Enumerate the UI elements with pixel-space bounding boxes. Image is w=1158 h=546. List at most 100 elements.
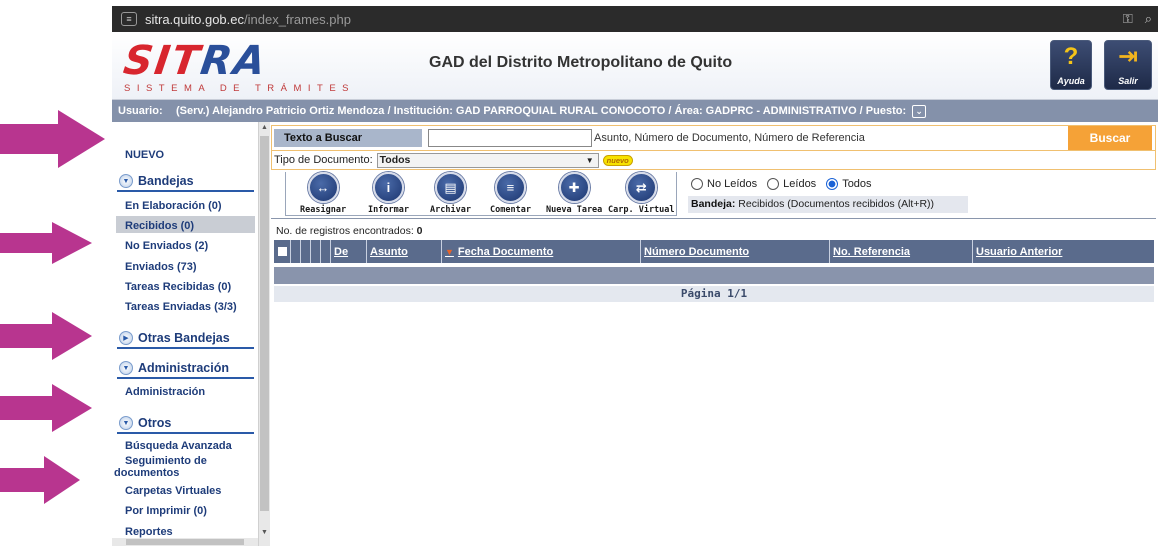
bandeja-info: Bandeja: Recibidos (Documentos recibidos… bbox=[688, 196, 968, 213]
exit-door-icon: ⇥ bbox=[1117, 43, 1139, 70]
logo-subtitle: SISTEMA DE TRÁMITES bbox=[124, 83, 356, 94]
sidebar-item-carpetas-virtuales[interactable]: Carpetas Virtuales bbox=[125, 485, 221, 497]
scroll-up-icon[interactable]: ▲ bbox=[261, 124, 268, 131]
sidebar-item-administracion[interactable]: Administración bbox=[125, 386, 205, 398]
sidebar-item-nuevo[interactable]: NUEVO bbox=[125, 149, 164, 161]
section-otras-bandejas[interactable]: ▶ Otras Bandejas bbox=[117, 331, 254, 349]
column-blank-3 bbox=[311, 240, 321, 263]
table-empty-band bbox=[274, 267, 1154, 284]
sidebar-item-recibidos[interactable]: Recibidos (0) bbox=[125, 220, 194, 232]
column-usuario-anterior[interactable]: Usuario Anterior bbox=[973, 240, 1135, 263]
sidebar-horizontal-scrollbar[interactable] bbox=[112, 538, 258, 546]
sidebar-item-seguimiento[interactable]: Seguimiento de bbox=[125, 455, 207, 467]
column-blank-1 bbox=[291, 240, 301, 263]
sidebar-item-tareas-enviadas[interactable]: Tareas Enviadas (3/3) bbox=[125, 301, 237, 313]
sidebar-item-enviados[interactable]: Enviados (73) bbox=[125, 261, 197, 273]
browser-address-bar[interactable]: ≡ sitra.quito.gob.ec/index_frames.php ⚿ … bbox=[112, 6, 1158, 32]
column-numero-documento[interactable]: Número Documento bbox=[641, 240, 830, 263]
document-type-select[interactable]: Todos ▼ bbox=[376, 152, 599, 168]
new-task-icon: ✚ bbox=[558, 172, 590, 203]
sidebar-item-no-enviados[interactable]: No Enviados (2) bbox=[125, 240, 208, 252]
informar-button[interactable]: i Informar bbox=[368, 172, 409, 215]
nuevo-badge: nuevo bbox=[602, 154, 633, 166]
pointer-arrow-4 bbox=[0, 384, 92, 432]
archivar-button[interactable]: ▤ Archivar bbox=[430, 172, 471, 215]
expand-icon: ▶ bbox=[119, 331, 133, 345]
radio-no-leidos[interactable] bbox=[691, 178, 703, 190]
zoom-icon[interactable]: ⌕ bbox=[1145, 11, 1152, 27]
site-settings-icon[interactable]: ≡ bbox=[121, 12, 137, 26]
user-role-select[interactable]: (Serv.) Alejandro Patricio Ortiz Mendoza… bbox=[172, 104, 927, 118]
pointer-arrow-1 bbox=[0, 110, 105, 168]
h-scroll-thumb[interactable] bbox=[126, 539, 244, 545]
column-blank-2 bbox=[301, 240, 311, 263]
search-hint: Asunto, Número de Documento, Número de R… bbox=[594, 132, 865, 144]
column-fecha-documento[interactable]: ▼ Fecha Documento bbox=[442, 240, 641, 263]
arrow-right-icon bbox=[0, 222, 92, 264]
column-no-referencia[interactable]: No. Referencia bbox=[830, 240, 973, 263]
column-asunto[interactable]: Asunto bbox=[367, 240, 442, 263]
section-bandejas[interactable]: ▼ Bandejas bbox=[117, 174, 254, 192]
sidebar: NUEVO ▼ Bandejas En Elaboración (0) Reci… bbox=[112, 122, 257, 546]
key-icon[interactable]: ⚿ bbox=[1123, 11, 1133, 27]
url-path: /index_frames.php bbox=[244, 11, 351, 27]
search-row: Texto a Buscar Asunto, Número de Documen… bbox=[271, 125, 1156, 151]
record-count: No. de registros encontrados: 0 bbox=[276, 225, 423, 237]
sidebar-item-reportes[interactable]: Reportes bbox=[125, 526, 173, 538]
sidebar-scrollbar[interactable]: ▲ ▼ bbox=[258, 122, 270, 546]
sidebar-item-en-elaboracion[interactable]: En Elaboración (0) bbox=[125, 200, 222, 212]
select-all-checkbox[interactable] bbox=[274, 240, 291, 263]
pointer-arrow-3 bbox=[0, 312, 92, 360]
user-bar: Usuario: (Serv.) Alejandro Patricio Orti… bbox=[112, 100, 1158, 122]
sitra-logo: SITRA SISTEMA DE TRÁMITES bbox=[121, 38, 414, 97]
reassign-icon: ↔ bbox=[307, 172, 339, 203]
carpeta-virtual-button[interactable]: ⇄ Carp. Virtual bbox=[608, 172, 675, 215]
org-title: GAD del Distrito Metropolitano de Quito bbox=[429, 54, 733, 71]
sidebar-item-tareas-recibidas[interactable]: Tareas Recibidas (0) bbox=[125, 281, 231, 293]
radio-leidos[interactable] bbox=[767, 178, 780, 190]
collapse-icon: ▼ bbox=[119, 361, 133, 375]
arrow-right-icon bbox=[0, 384, 92, 432]
collapse-icon: ▼ bbox=[119, 174, 133, 188]
read-filter: No Leídos Leídos Todos bbox=[691, 178, 878, 190]
arrow-right-icon bbox=[0, 312, 92, 360]
search-input[interactable] bbox=[428, 129, 592, 147]
url-host: sitra.quito.gob.ec bbox=[145, 11, 245, 27]
results-table-header: De Asunto ▼ Fecha Documento Número Docume… bbox=[274, 240, 1154, 263]
info-icon: i bbox=[372, 172, 404, 203]
virtual-folder-icon: ⇄ bbox=[625, 172, 657, 203]
pointer-arrow-5 bbox=[0, 456, 80, 504]
document-type-row: Tipo de Documento: Todos ▼ nuevo bbox=[271, 151, 1156, 170]
comentar-button[interactable]: ≡ Comentar bbox=[490, 172, 531, 215]
help-button[interactable]: ? Ayuda bbox=[1050, 40, 1092, 90]
sort-desc-icon: ▼ bbox=[445, 246, 454, 257]
arrow-right-icon bbox=[0, 456, 80, 504]
document-type-label: Tipo de Documento: bbox=[274, 154, 373, 166]
column-de[interactable]: De bbox=[331, 240, 367, 263]
chevron-down-icon: ▼ bbox=[585, 155, 594, 165]
sidebar-item-seguimiento-2[interactable]: documentos bbox=[114, 467, 179, 479]
sidebar-item-por-imprimir[interactable]: Por Imprimir (0) bbox=[125, 505, 207, 517]
scroll-down-icon[interactable]: ▼ bbox=[261, 529, 268, 536]
section-administracion[interactable]: ▼ Administración bbox=[117, 361, 254, 379]
reasignar-button[interactable]: ↔ Reasignar bbox=[300, 172, 346, 215]
radio-todos[interactable] bbox=[826, 178, 839, 190]
scroll-thumb[interactable] bbox=[260, 136, 269, 511]
collapse-icon: ▼ bbox=[119, 416, 133, 430]
chevron-down-icon: ⌄ bbox=[912, 104, 927, 118]
pagination: Página 1/1 bbox=[274, 286, 1154, 302]
comment-icon: ≡ bbox=[494, 172, 526, 203]
question-mark-icon: ? bbox=[1063, 43, 1079, 70]
action-toolbar: ↔ Reasignar i Informar ▤ Archivar ≡ Come… bbox=[285, 172, 677, 216]
section-otros[interactable]: ▼ Otros bbox=[117, 416, 254, 434]
arrow-right-icon bbox=[0, 110, 105, 168]
nueva-tarea-button[interactable]: ✚ Nueva Tarea bbox=[546, 172, 602, 215]
user-label: Usuario: bbox=[118, 105, 163, 117]
search-label: Texto a Buscar bbox=[274, 129, 422, 147]
search-button[interactable]: Buscar bbox=[1068, 126, 1152, 150]
pointer-arrow-2 bbox=[0, 222, 92, 264]
archive-icon: ▤ bbox=[434, 172, 466, 203]
app-header: SITRA SISTEMA DE TRÁMITES GAD del Distri… bbox=[112, 32, 1158, 100]
sidebar-item-busqueda-avanzada[interactable]: Búsqueda Avanzada bbox=[125, 440, 232, 452]
exit-button[interactable]: ⇥ Salir bbox=[1104, 40, 1152, 90]
